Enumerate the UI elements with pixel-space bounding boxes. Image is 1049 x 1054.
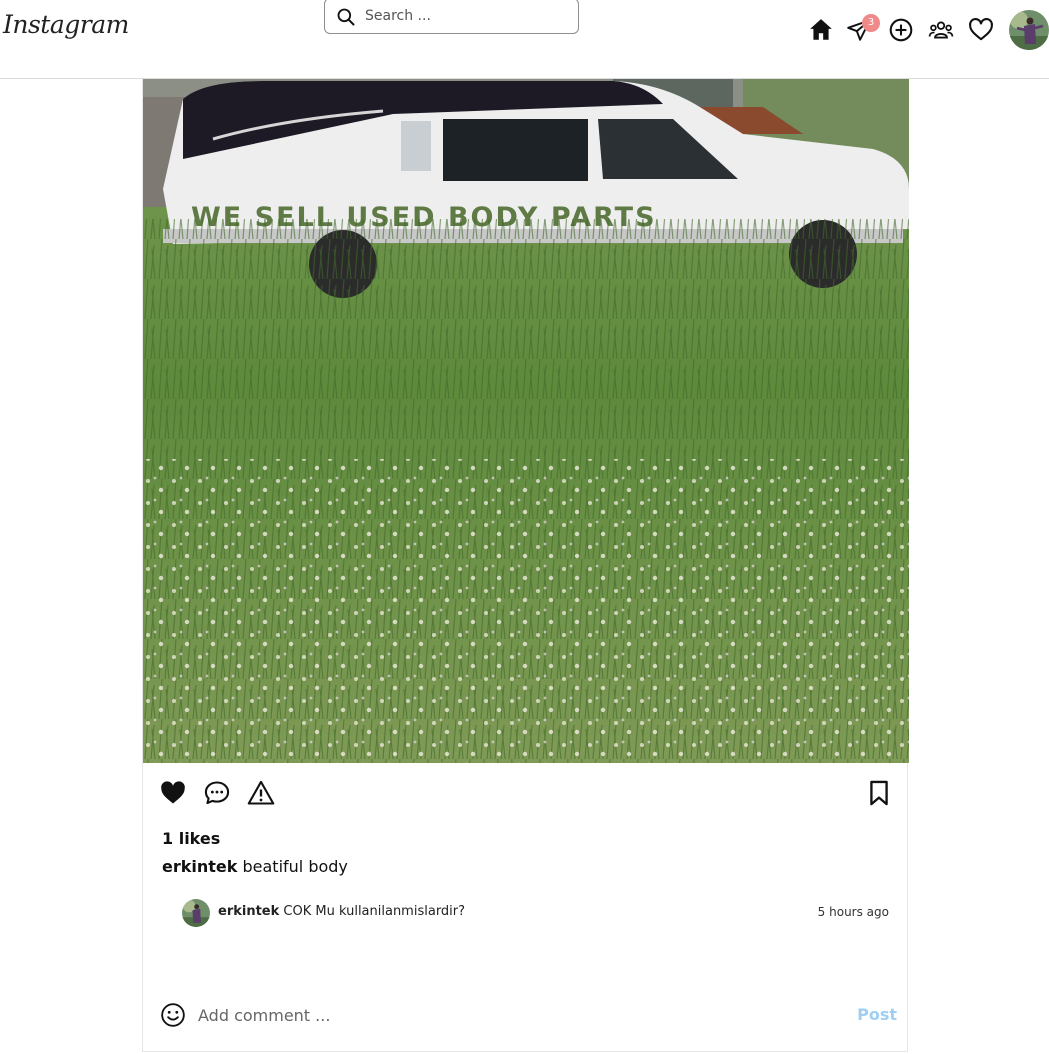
avatar-image: [182, 899, 210, 927]
heart-icon[interactable]: [968, 17, 994, 43]
caption-author[interactable]: erkintek: [162, 857, 237, 876]
people-icon[interactable]: [928, 17, 954, 43]
bookmark-icon[interactable]: [865, 779, 893, 807]
comment-body: COK Mu kullanilanmislardir?: [283, 904, 466, 919]
profile-avatar[interactable]: [1009, 10, 1049, 50]
home-icon[interactable]: [808, 17, 834, 43]
post-card: WE SELL USED BODY PARTS 1 likes erkintek…: [142, 79, 909, 1052]
search-input[interactable]: [365, 5, 565, 27]
add-post-icon[interactable]: [888, 17, 914, 43]
comment-user[interactable]: erkintek: [218, 904, 279, 919]
post-image[interactable]: WE SELL USED BODY PARTS: [143, 79, 909, 763]
report-warning-icon[interactable]: [247, 779, 275, 807]
comment-icon[interactable]: [203, 779, 231, 807]
comment-text: erkintek COK Mu kullanilanmislardir?: [218, 904, 465, 919]
post-comment-button[interactable]: Post: [857, 1005, 897, 1024]
caption-text: beatiful body: [242, 857, 348, 876]
emoji-smile-icon[interactable]: [160, 1002, 186, 1028]
likes-count[interactable]: 1 likes: [162, 829, 220, 848]
search-box[interactable]: [324, 0, 579, 34]
comment-item: erkintek COK Mu kullanilanmislardir? 5 h…: [182, 899, 889, 929]
add-comment-input[interactable]: [198, 1003, 798, 1027]
top-navbar: Instagram 3: [0, 0, 1049, 79]
notification-badge: 3: [862, 14, 880, 32]
instagram-logo[interactable]: Instagram: [3, 10, 129, 39]
post-caption: erkintek beatiful body: [162, 857, 348, 876]
search-icon: [337, 8, 355, 26]
comment-timestamp: 5 hours ago: [817, 905, 889, 919]
comment-avatar[interactable]: [182, 899, 210, 927]
like-heart-icon[interactable]: [159, 779, 187, 807]
avatar-image: [1009, 10, 1049, 50]
hearse-in-grass-photo: WE SELL USED BODY PARTS: [143, 79, 909, 763]
add-comment-bar: Post: [143, 991, 909, 1039]
